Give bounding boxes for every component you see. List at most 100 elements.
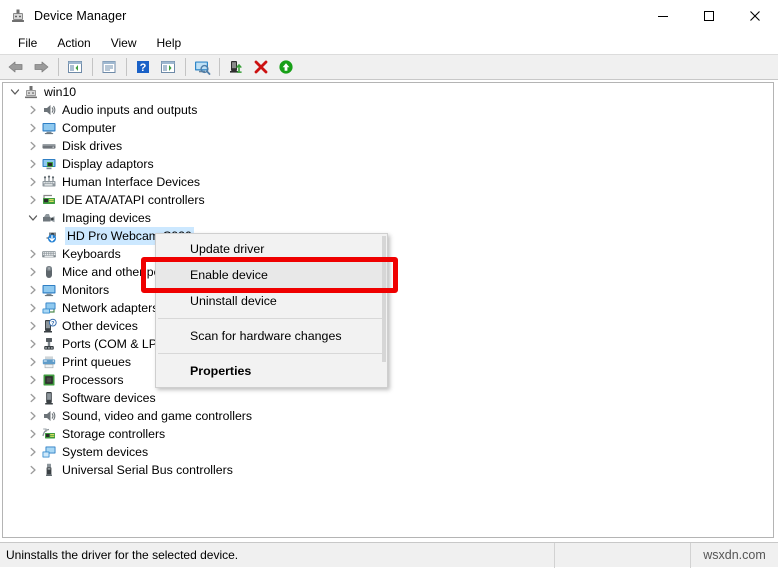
tree-item-keyboards[interactable]: Keyboards xyxy=(3,245,773,263)
context-menu[interactable]: Update driver Enable device Uninstall de… xyxy=(155,233,388,388)
tree-item-other-devices[interactable]: ? Other devices xyxy=(3,317,773,335)
chevron-right-icon[interactable] xyxy=(25,191,41,209)
tree-item-universal-serial-bus-controllers[interactable]: Universal Serial Bus controllers xyxy=(3,461,773,479)
tree-item-monitors[interactable]: Monitors xyxy=(3,281,773,299)
chevron-right-icon[interactable] xyxy=(25,317,41,335)
tree-item-mice-and-other-pointing-devices[interactable]: Mice and other pointing devices xyxy=(3,263,773,281)
green-up-arrow-icon xyxy=(279,60,293,74)
tree-item-audio-inputs-and-outputs[interactable]: Audio inputs and outputs xyxy=(3,101,773,119)
status-message: Uninstalls the driver for the selected d… xyxy=(6,548,239,562)
red-x-icon xyxy=(254,60,268,74)
back-button[interactable] xyxy=(4,56,28,78)
port-icon xyxy=(41,336,57,352)
tree-item-system-devices[interactable]: System devices xyxy=(3,443,773,461)
chevron-right-icon[interactable] xyxy=(25,407,41,425)
chevron-right-icon[interactable] xyxy=(25,263,41,281)
update-driver-button[interactable] xyxy=(224,56,248,78)
chevron-right-icon[interactable] xyxy=(25,173,41,191)
chevron-down-icon[interactable] xyxy=(7,83,23,101)
tree-item-ide-ata-atapi-controllers[interactable]: IDE ATA/ATAPI controllers xyxy=(3,191,773,209)
tree-item-imaging-devices[interactable]: Imaging devices xyxy=(3,209,773,227)
chevron-right-icon[interactable] xyxy=(25,443,41,461)
scan-hardware-changes-button[interactable] xyxy=(190,56,214,78)
chevron-right-icon[interactable] xyxy=(25,137,41,155)
properties-window-icon xyxy=(102,61,116,73)
properties-button[interactable] xyxy=(97,56,121,78)
chevron-right-icon[interactable] xyxy=(25,101,41,119)
speaker-icon xyxy=(41,408,57,424)
chevron-right-icon[interactable] xyxy=(25,461,41,479)
tree-item-display-adaptors[interactable]: Display adaptors xyxy=(3,155,773,173)
tree-item-label: Human Interface Devices xyxy=(62,175,201,189)
window-controls xyxy=(640,0,778,31)
webcam-disabled-icon xyxy=(44,228,60,244)
hid-icon xyxy=(41,174,57,190)
uninstall-device-button[interactable] xyxy=(249,56,273,78)
device-tree-panel[interactable]: win10 Audio inputs and outputs Computer … xyxy=(2,82,774,538)
tree-item-win10[interactable]: win10 xyxy=(3,83,773,101)
chevron-right-icon[interactable] xyxy=(25,353,41,371)
ctx-update-driver[interactable]: Update driver xyxy=(156,236,387,262)
chevron-right-icon[interactable] xyxy=(25,335,41,353)
tree-item-processors[interactable]: Processors xyxy=(3,371,773,389)
ctx-scan-hardware-changes[interactable]: Scan for hardware changes xyxy=(156,323,387,349)
tree-item-label: Disk drives xyxy=(62,139,123,153)
context-menu-scrollbar[interactable] xyxy=(382,236,386,362)
show-hide-console-tree-button[interactable] xyxy=(63,56,87,78)
console-tree-icon xyxy=(68,61,82,73)
tree-item-ports-com-and-lpt[interactable]: Ports (COM & LPT) xyxy=(3,335,773,353)
close-button[interactable] xyxy=(732,0,778,31)
menu-help[interactable]: Help xyxy=(147,33,192,53)
chevron-right-icon[interactable] xyxy=(25,245,41,263)
title-bar: Device Manager xyxy=(0,0,778,31)
usb-icon xyxy=(41,462,57,478)
chevron-right-icon[interactable] xyxy=(25,281,41,299)
forward-arrow-icon xyxy=(34,61,49,73)
show-hide-action-pane-button[interactable] xyxy=(156,56,180,78)
menu-file[interactable]: File xyxy=(8,33,47,53)
display-adapter-icon xyxy=(41,156,57,172)
chevron-right-icon[interactable] xyxy=(25,155,41,173)
tree-item-software-devices[interactable]: Software devices xyxy=(3,389,773,407)
software-device-icon xyxy=(41,390,57,406)
ctx-enable-device[interactable]: Enable device xyxy=(156,262,387,288)
chevron-right-icon[interactable] xyxy=(25,299,41,317)
tree-item-network-adapters[interactable]: Network adapters xyxy=(3,299,773,317)
scan-monitor-icon xyxy=(195,61,211,75)
monitor-icon xyxy=(41,120,57,136)
ctx-properties[interactable]: Properties xyxy=(156,358,387,384)
menu-view[interactable]: View xyxy=(101,33,147,53)
tree-item-computer[interactable]: Computer xyxy=(3,119,773,137)
watermark: wsxdn.com xyxy=(690,542,778,568)
chevron-right-icon[interactable] xyxy=(25,389,41,407)
menu-bar: File Action View Help xyxy=(0,31,778,54)
chevron-down-icon[interactable] xyxy=(25,209,41,227)
tree-item-label: Ports (COM & LPT) xyxy=(62,337,169,351)
tree-item-storage-controllers[interactable]: Storage controllers xyxy=(3,425,773,443)
menu-action[interactable]: Action xyxy=(47,33,100,53)
enable-device-button[interactable] xyxy=(274,56,298,78)
toolbar-separator xyxy=(126,58,127,76)
maximize-button[interactable] xyxy=(686,0,732,31)
chevron-right-icon[interactable] xyxy=(25,371,41,389)
tree-item-label: Universal Serial Bus controllers xyxy=(62,463,233,477)
tree-item-label: Display adaptors xyxy=(62,157,154,171)
tree-item-disk-drives[interactable]: Disk drives xyxy=(3,137,773,155)
tree-item-human-interface-devices[interactable]: Human Interface Devices xyxy=(3,173,773,191)
printer-icon xyxy=(41,354,57,370)
help-button[interactable]: ? xyxy=(131,56,155,78)
tree-item-sound-video-and-game-controllers[interactable]: Sound, video and game controllers xyxy=(3,407,773,425)
computer-root-icon xyxy=(23,84,39,100)
tree-item-print-queues[interactable]: Print queues xyxy=(3,353,773,371)
tree-item-hd-pro-webcam-c920[interactable]: HD Pro Webcam C920 xyxy=(3,227,773,245)
ctx-uninstall-device[interactable]: Uninstall device xyxy=(156,288,387,314)
chevron-right-icon[interactable] xyxy=(25,119,41,137)
chevron-right-icon[interactable] xyxy=(25,425,41,443)
keyboard-icon xyxy=(41,246,57,262)
tree-item-label: IDE ATA/ATAPI controllers xyxy=(62,193,205,207)
update-driver-icon xyxy=(230,61,242,73)
minimize-button[interactable] xyxy=(640,0,686,31)
forward-button[interactable] xyxy=(29,56,53,78)
tree-item-label: System devices xyxy=(62,445,149,459)
processor-icon xyxy=(41,372,57,388)
